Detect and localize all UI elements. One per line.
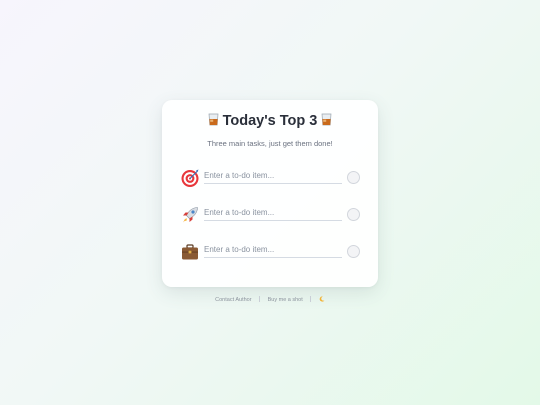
- task-input-3[interactable]: [204, 243, 342, 258]
- rocket-icon: [183, 207, 198, 223]
- moon-icon[interactable]: [319, 296, 325, 302]
- whisky-glass-icon: [208, 113, 218, 126]
- task-row-3: [180, 242, 362, 264]
- page-title-text: Today's Top 3: [222, 113, 318, 129]
- buy-me-a-shot-link[interactable]: Buy me a shot: [268, 297, 303, 303]
- footer: Contact Author Buy me a shot: [0, 296, 540, 304]
- task-input-1[interactable]: [204, 169, 342, 184]
- contact-author-link[interactable]: Contact Author: [215, 297, 251, 303]
- task-row-2: [180, 205, 362, 227]
- task-row-1: [180, 168, 362, 190]
- whisky-glass-icon: [321, 113, 332, 126]
- footer-divider: [259, 296, 261, 302]
- page-title: Today's Top 3: [0, 111, 540, 131]
- briefcase-icon: [182, 244, 198, 260]
- task-input-2[interactable]: [204, 206, 342, 221]
- target-icon: [181, 169, 199, 187]
- task-check-1[interactable]: [347, 171, 360, 184]
- page-subtitle: Three main tasks, just get them done!: [207, 139, 333, 148]
- task-check-2[interactable]: [347, 208, 360, 221]
- footer-divider: [310, 296, 312, 302]
- task-check-3[interactable]: [347, 245, 360, 258]
